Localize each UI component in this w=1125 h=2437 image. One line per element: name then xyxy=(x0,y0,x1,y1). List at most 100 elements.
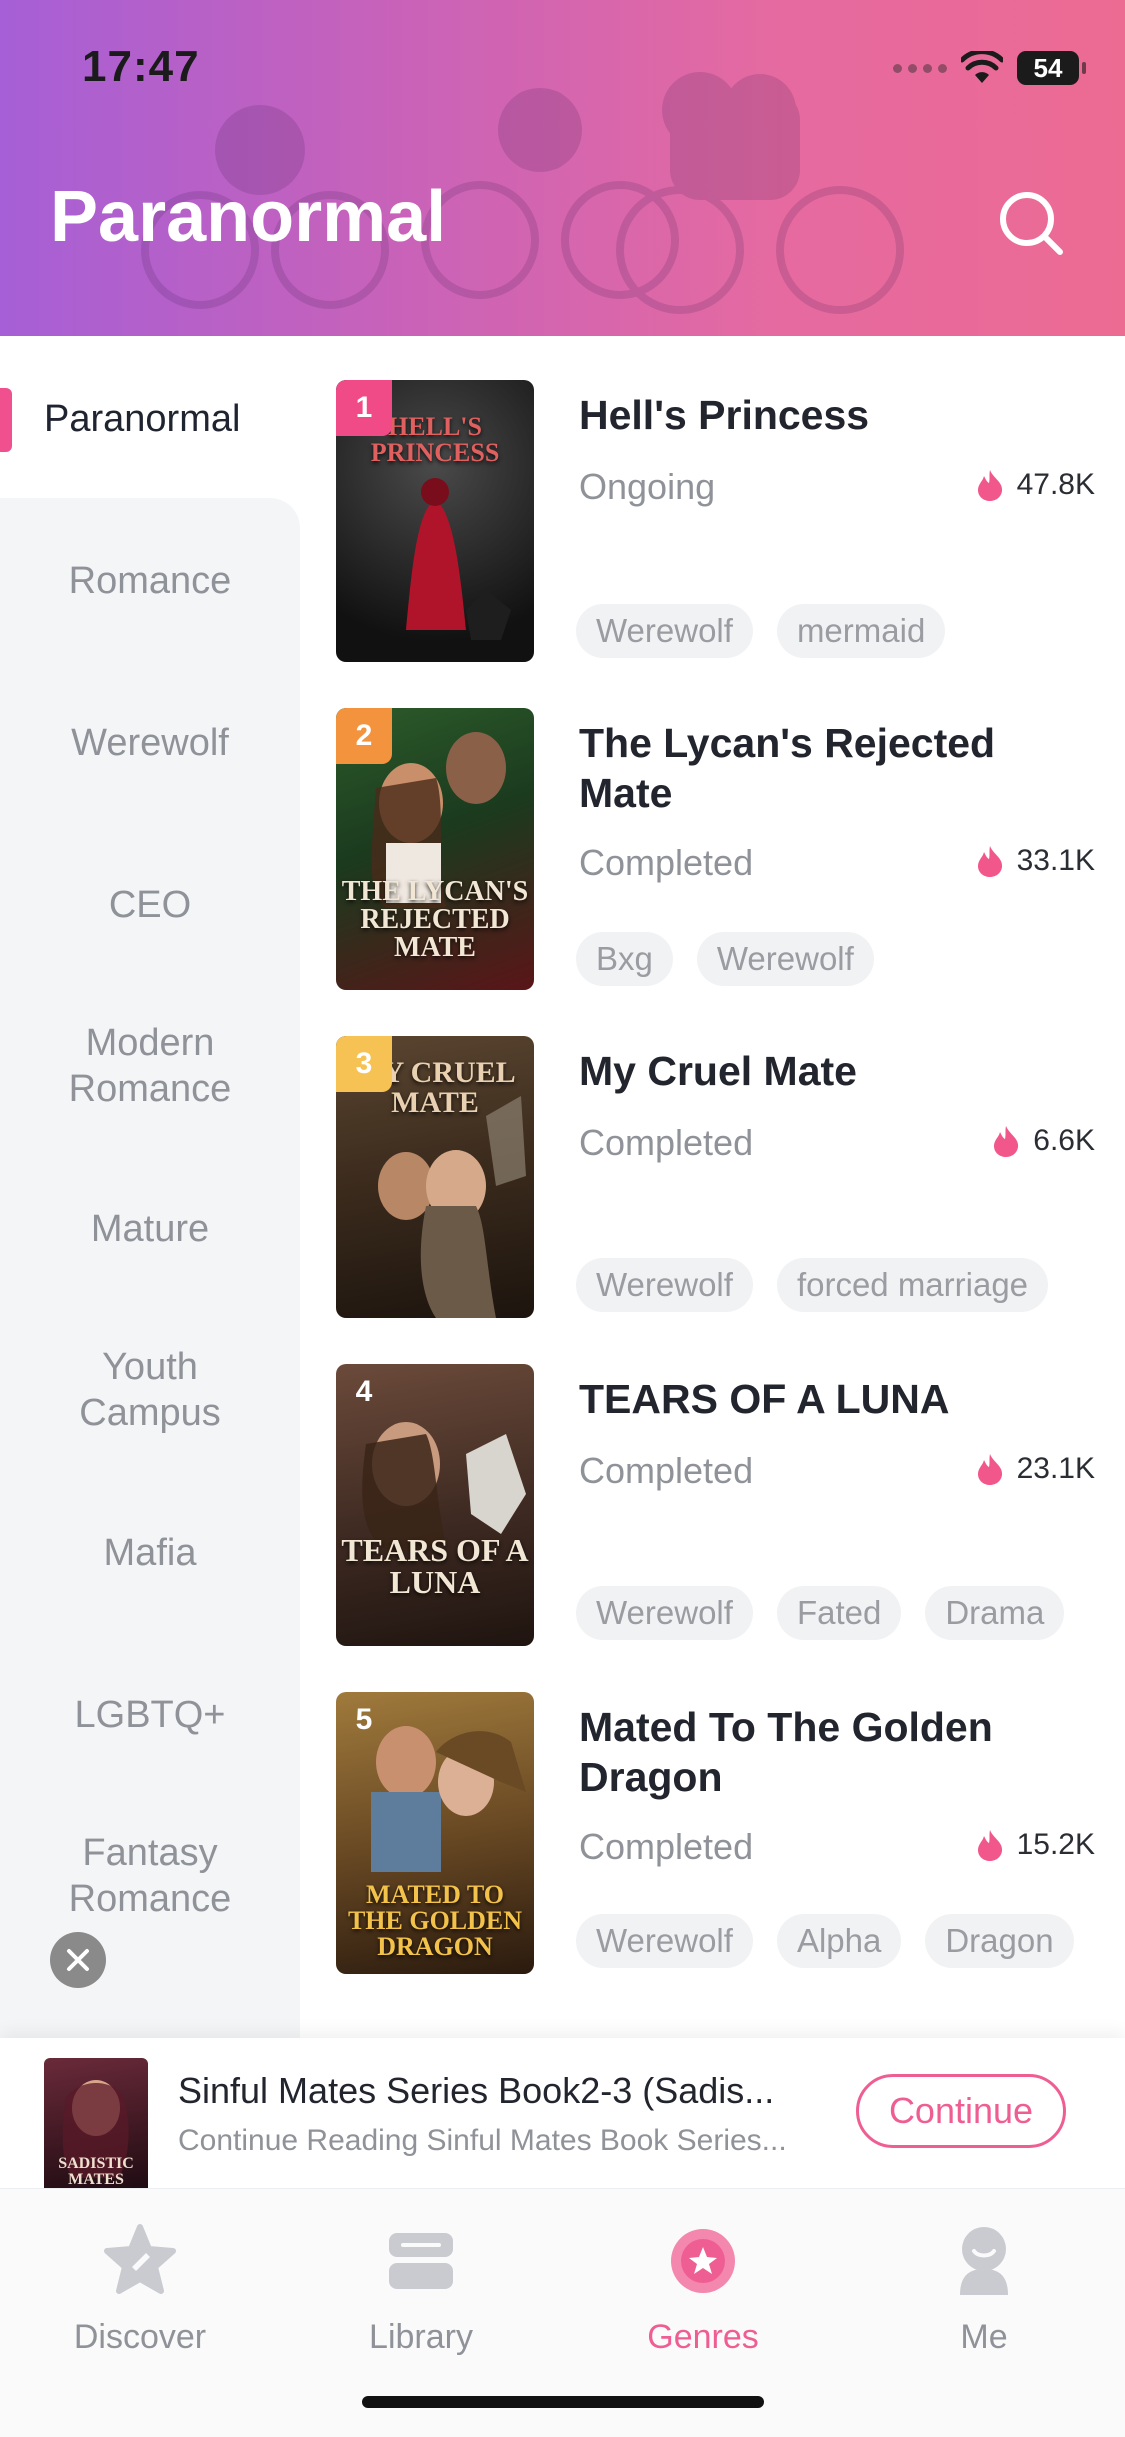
flame-icon xyxy=(977,1830,1002,1861)
tag-list: Werewolf forced marriage xyxy=(576,1258,1049,1312)
tab-me[interactable]: Me xyxy=(884,2223,1084,2357)
tag[interactable]: Drama xyxy=(925,1586,1065,1640)
sidebar-item-romance[interactable]: Romance xyxy=(0,558,300,604)
sidebar-item-mafia[interactable]: Mafia xyxy=(0,1530,300,1576)
tag[interactable]: Werewolf xyxy=(576,1586,753,1640)
book-views: 6.6K xyxy=(991,1124,1095,1158)
book-cover[interactable]: MY CRUEL MATE 3 xyxy=(336,1036,534,1318)
cover-title: THE LYCAN'S REJECTED MATE xyxy=(341,876,529,963)
tag-list: Bxg Werewolf xyxy=(576,932,874,986)
continue-reading-cover[interactable]: SADISTIC MATES xyxy=(44,2058,148,2200)
continue-reading-bar[interactable]: SADISTIC MATES Sinful Mates Series Book2… xyxy=(0,2038,1125,2200)
tab-label: Me xyxy=(960,2318,1008,2356)
book-status: Completed xyxy=(579,842,754,883)
search-icon[interactable] xyxy=(996,188,1066,258)
book-cover[interactable]: MATED TO THE GOLDEN DRAGON 5 xyxy=(336,1692,534,1974)
tag[interactable]: Werewolf xyxy=(696,932,874,986)
book-list-item[interactable]: MATED TO THE GOLDEN DRAGON 5 Mated To Th… xyxy=(336,1692,1125,1976)
tab-label: Library xyxy=(369,2318,473,2356)
cover-title: TEARS OF A LUNA xyxy=(341,1532,529,1600)
tab-library[interactable]: Library xyxy=(321,2223,521,2357)
battery-icon: 54 xyxy=(1017,51,1086,85)
book-title: The Lycan's Rejected Mate xyxy=(579,720,996,816)
wifi-icon xyxy=(961,51,1003,83)
book-status: Completed xyxy=(579,1122,754,1163)
library-icon xyxy=(389,2233,453,2289)
home-indicator xyxy=(362,2396,764,2408)
book-views: 23.1K xyxy=(975,1452,1095,1486)
header: 17:47 54 Paranormal xyxy=(0,0,1125,336)
book-list-item[interactable]: HELL'S PRINCESS 1 Hell's Princess Ongoin… xyxy=(336,380,1125,664)
views-count: 6.6K xyxy=(1033,1124,1095,1157)
tag[interactable]: Dragon xyxy=(925,1914,1074,1968)
rank-badge: 5 xyxy=(355,1703,373,1736)
status-icons: 54 xyxy=(893,46,1086,90)
views-count: 23.1K xyxy=(1016,1452,1095,1485)
tab-genres[interactable]: Genres xyxy=(603,2223,803,2357)
book-cover[interactable]: TEARS OF A LUNA 4 xyxy=(336,1364,534,1646)
tag[interactable]: Werewolf xyxy=(576,1914,753,1968)
book-status: Ongoing xyxy=(579,466,716,507)
book-title: TEARS OF A LUNA xyxy=(579,1376,950,1422)
tag-list: Werewolf mermaid xyxy=(576,604,946,658)
book-status: Completed xyxy=(579,1450,754,1491)
book-views: 47.8K xyxy=(975,468,1095,502)
close-icon[interactable] xyxy=(50,1932,106,1988)
views-count: 47.8K xyxy=(1016,468,1095,501)
cover-title: SADISTIC MATES xyxy=(58,2155,134,2188)
genres-icon xyxy=(671,2229,735,2293)
views-count: 33.1K xyxy=(1016,844,1095,877)
book-title: Hell's Princess xyxy=(579,392,870,438)
sidebar-item-mature[interactable]: Mature xyxy=(0,1206,300,1252)
tag[interactable]: Fated xyxy=(776,1586,902,1640)
tag-list: Werewolf Alpha Dragon xyxy=(576,1914,1074,1968)
status-time: 17:47 xyxy=(82,42,200,91)
sidebar-item-modern-romance[interactable]: Modern Romance xyxy=(0,1020,300,1112)
book-views: 15.2K xyxy=(975,1828,1095,1862)
continue-reading-subtitle: Continue Reading Sinful Mates Book Serie… xyxy=(178,2124,787,2157)
active-indicator xyxy=(0,388,12,452)
flame-icon xyxy=(977,470,1002,501)
continue-button[interactable]: Continue xyxy=(856,2074,1066,2148)
sidebar-item-lgbtq[interactable]: LGBTQ+ xyxy=(0,1692,300,1738)
sidebar-item-paranormal[interactable]: Paranormal xyxy=(0,336,300,498)
tag[interactable]: Bxg xyxy=(576,932,673,986)
tag[interactable]: Alpha xyxy=(776,1914,902,1968)
tab-discover[interactable]: Discover xyxy=(40,2223,240,2357)
cellular-signal-icon xyxy=(893,63,947,73)
views-count: 15.2K xyxy=(1016,1828,1095,1861)
cover-title: MATED TO THE GOLDEN DRAGON xyxy=(347,1880,523,1961)
sidebar-item-ceo[interactable]: CEO xyxy=(0,882,300,928)
rank-badge: 1 xyxy=(336,380,392,436)
tag[interactable]: Werewolf xyxy=(576,604,753,658)
book-status: Completed xyxy=(579,1826,754,1867)
book-views: 33.1K xyxy=(975,844,1095,878)
book-list-item[interactable]: MY CRUEL MATE 3 My Cruel Mate Completed … xyxy=(336,1036,1125,1320)
book-cover[interactable]: HELL'S PRINCESS 1 xyxy=(336,380,534,662)
tag[interactable]: forced marriage xyxy=(776,1258,1049,1312)
rank-badge: 2 xyxy=(336,708,392,764)
discover-icon xyxy=(104,2224,176,2294)
sidebar-item-werewolf[interactable]: Werewolf xyxy=(0,720,300,766)
book-cover[interactable]: THE LYCAN'S REJECTED MATE 2 xyxy=(336,708,534,990)
tag-list: Werewolf Fated Drama xyxy=(576,1586,1065,1640)
tag[interactable]: mermaid xyxy=(776,604,946,658)
book-list-item[interactable]: TEARS OF A LUNA 4 TEARS OF A LUNA Comple… xyxy=(336,1364,1125,1648)
rank-badge: 4 xyxy=(355,1375,373,1408)
sidebar-item-fantasy-romance[interactable]: Fantasy Romance xyxy=(0,1830,300,1922)
flame-icon xyxy=(977,1454,1002,1485)
book-title: My Cruel Mate xyxy=(579,1048,857,1094)
tag[interactable]: Werewolf xyxy=(576,1258,753,1312)
rank-badge: 3 xyxy=(336,1036,392,1092)
tab-label: Discover xyxy=(73,2318,207,2356)
book-title: Mated To The Golden Dragon xyxy=(579,1704,993,1800)
book-list-item[interactable]: THE LYCAN'S REJECTED MATE 2 The Lycan's … xyxy=(336,708,1125,992)
flame-icon xyxy=(994,1126,1019,1157)
page-title: Paranormal xyxy=(50,177,447,257)
tab-label: Genres xyxy=(647,2318,759,2356)
sidebar-item-youth-campus[interactable]: Youth Campus xyxy=(0,1344,300,1436)
flame-icon xyxy=(977,846,1002,877)
continue-reading-title: Sinful Mates Series Book2-3 (Sadis... xyxy=(178,2070,775,2111)
me-icon xyxy=(960,2227,1008,2295)
sidebar-item-label: Paranormal xyxy=(44,398,241,440)
